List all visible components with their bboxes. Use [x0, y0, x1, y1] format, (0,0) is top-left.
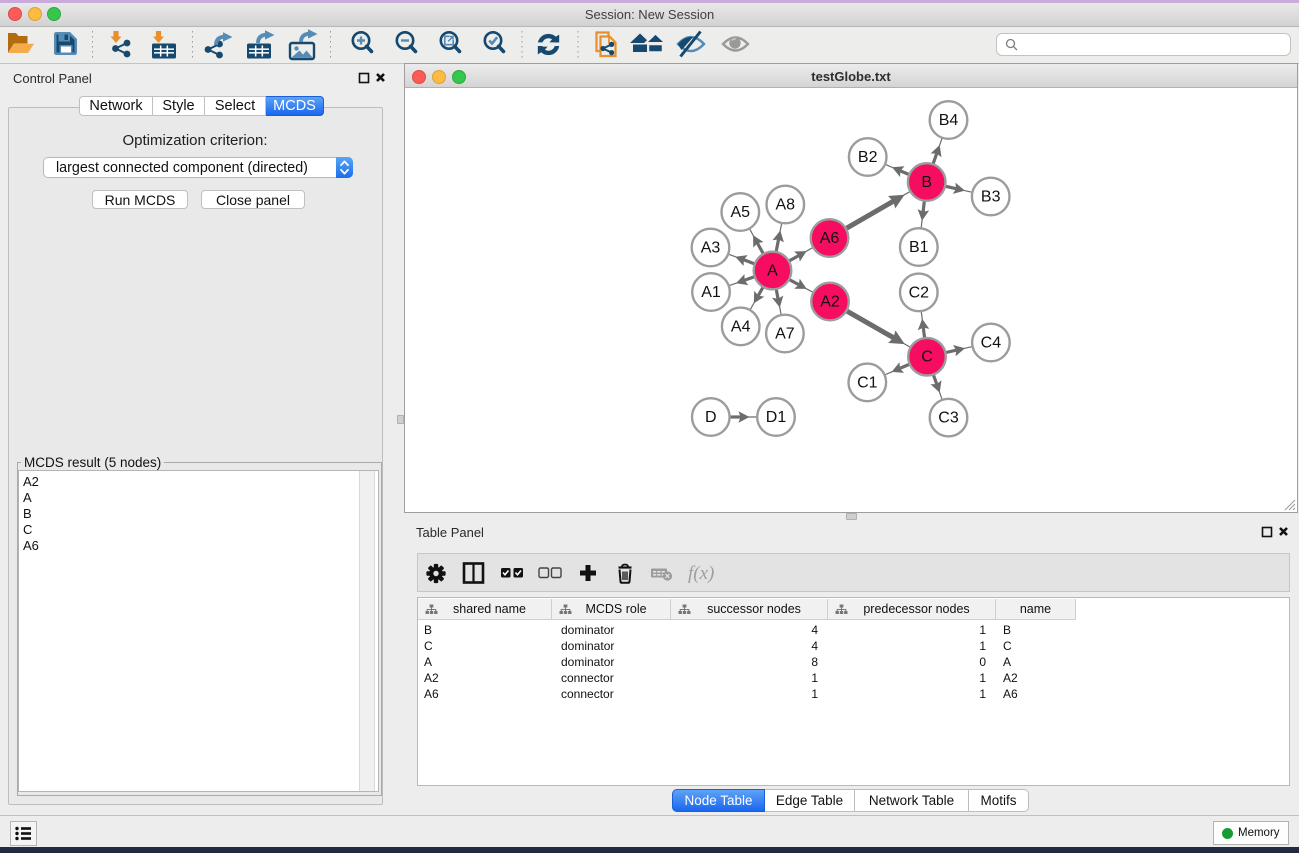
svg-text:A: A: [767, 263, 778, 280]
svg-text:B2: B2: [858, 149, 878, 166]
svg-text:D: D: [705, 409, 717, 426]
svg-text:A1: A1: [701, 284, 721, 301]
svg-text:D1: D1: [766, 409, 787, 426]
svg-text:C: C: [921, 349, 933, 366]
svg-text:f(x): f(x): [688, 563, 714, 584]
svg-text:A5: A5: [731, 204, 751, 221]
svg-text:B1: B1: [909, 239, 929, 256]
svg-text:A6: A6: [820, 230, 840, 247]
svg-text:C1: C1: [857, 374, 878, 391]
svg-text:A2: A2: [820, 294, 840, 311]
svg-text:C3: C3: [938, 410, 959, 427]
svg-text:B4: B4: [939, 112, 959, 129]
svg-text:A8: A8: [776, 197, 796, 214]
svg-text:A7: A7: [775, 326, 795, 343]
svg-text:A3: A3: [701, 240, 721, 257]
svg-text:A4: A4: [731, 318, 751, 335]
svg-text:B: B: [921, 174, 932, 191]
svg-text:C4: C4: [981, 335, 1002, 352]
svg-text:C2: C2: [909, 284, 930, 301]
svg-text:B3: B3: [981, 189, 1001, 206]
